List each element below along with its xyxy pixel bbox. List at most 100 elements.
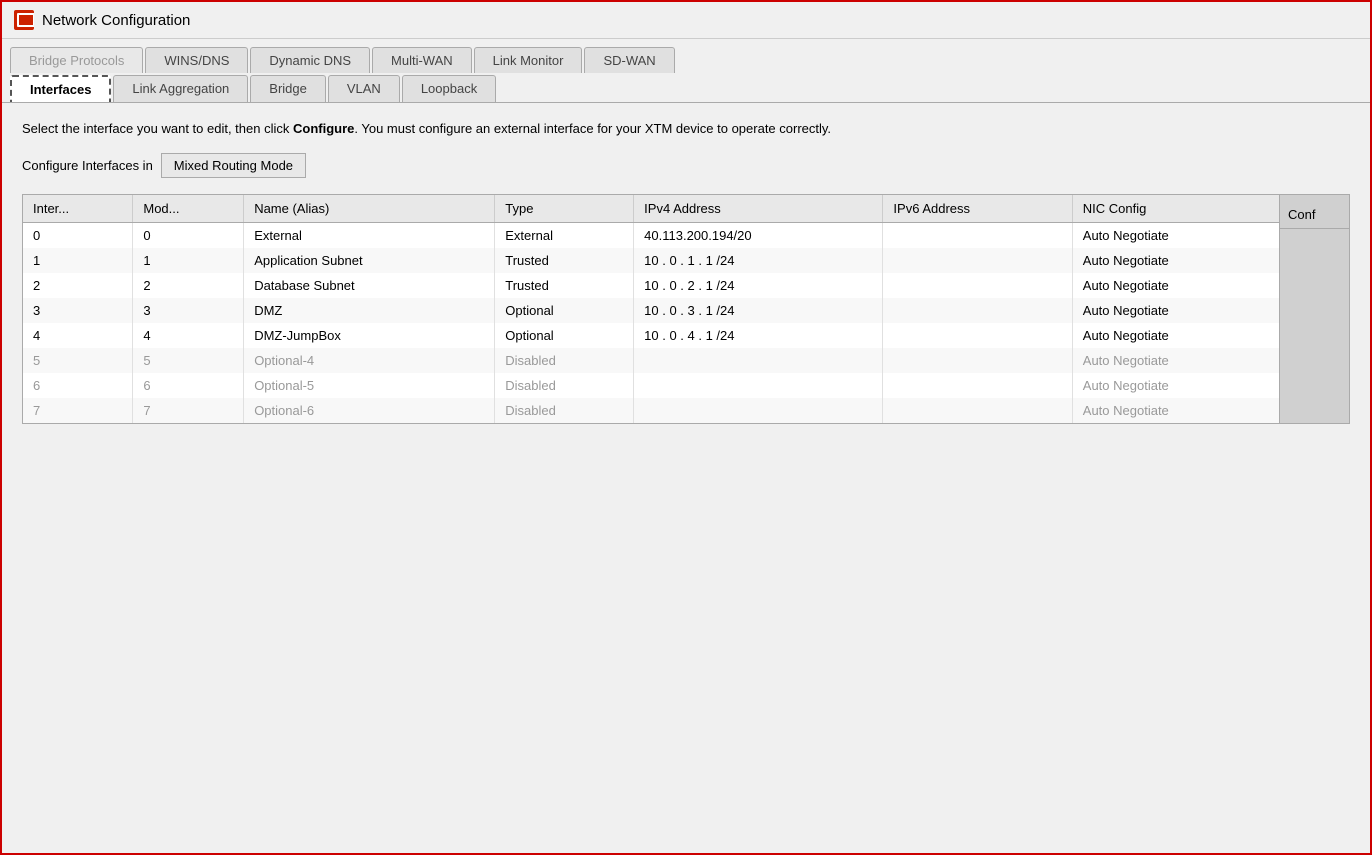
table-row[interactable]: 33DMZOptional10 . 0 . 3 . 1 /24Auto Nego… xyxy=(23,298,1279,323)
cell-mod: 6 xyxy=(133,373,244,398)
configure-column: Conf xyxy=(1279,195,1349,423)
col-header-ipv4: IPv4 Address xyxy=(634,195,883,223)
cell-name: Optional-6 xyxy=(244,398,495,423)
cell-ipv4 xyxy=(634,373,883,398)
cell-ipv4: 10 . 0 . 1 . 1 /24 xyxy=(634,248,883,273)
cell-type: Trusted xyxy=(495,273,634,298)
cell-interface: 0 xyxy=(23,222,133,248)
title-bar: Network Configuration xyxy=(2,2,1370,39)
cell-name: Application Subnet xyxy=(244,248,495,273)
interfaces-table: Inter... Mod... Name (Alias) Type IPv4 A… xyxy=(23,195,1279,423)
cell-ipv4 xyxy=(634,398,883,423)
description-text: Select the interface you want to edit, t… xyxy=(22,119,1350,139)
cell-ipv6 xyxy=(883,323,1072,348)
tab-wins-dns[interactable]: WINS/DNS xyxy=(145,47,248,73)
cell-type: Disabled xyxy=(495,398,634,423)
cell-name: DMZ-JumpBox xyxy=(244,323,495,348)
cell-nic: Auto Negotiate xyxy=(1072,323,1279,348)
interfaces-table-container: Inter... Mod... Name (Alias) Type IPv4 A… xyxy=(22,194,1350,424)
cell-ipv4: 10 . 0 . 2 . 1 /24 xyxy=(634,273,883,298)
app-icon xyxy=(14,10,34,30)
cell-interface: 3 xyxy=(23,298,133,323)
cell-type: Disabled xyxy=(495,348,634,373)
cell-ipv6 xyxy=(883,398,1072,423)
tab-link-monitor[interactable]: Link Monitor xyxy=(474,47,583,73)
table-wrapper: Inter... Mod... Name (Alias) Type IPv4 A… xyxy=(23,195,1349,423)
cell-mod: 0 xyxy=(133,222,244,248)
routing-mode-value[interactable]: Mixed Routing Mode xyxy=(161,153,306,178)
cell-interface: 7 xyxy=(23,398,133,423)
table-header-row: Inter... Mod... Name (Alias) Type IPv4 A… xyxy=(23,195,1279,223)
cell-nic: Auto Negotiate xyxy=(1072,373,1279,398)
tab-bridge[interactable]: Bridge xyxy=(250,75,326,102)
cell-name: DMZ xyxy=(244,298,495,323)
cell-interface: 5 xyxy=(23,348,133,373)
tab-interfaces[interactable]: Interfaces xyxy=(10,75,111,102)
table-main: Inter... Mod... Name (Alias) Type IPv4 A… xyxy=(23,195,1279,423)
tab-dynamic-dns[interactable]: Dynamic DNS xyxy=(250,47,370,73)
col-header-ipv6: IPv6 Address xyxy=(883,195,1072,223)
cell-mod: 3 xyxy=(133,298,244,323)
tab-row-1: Bridge Protocols WINS/DNS Dynamic DNS Mu… xyxy=(10,47,1362,73)
cell-ipv4 xyxy=(634,348,883,373)
col-header-interface: Inter... xyxy=(23,195,133,223)
cell-mod: 7 xyxy=(133,398,244,423)
cell-type: Trusted xyxy=(495,248,634,273)
tab-multi-wan[interactable]: Multi-WAN xyxy=(372,47,472,73)
table-row[interactable]: 55Optional-4DisabledAuto Negotiate xyxy=(23,348,1279,373)
col-header-name: Name (Alias) xyxy=(244,195,495,223)
cell-ipv4: 10 . 0 . 3 . 1 /24 xyxy=(634,298,883,323)
cell-interface: 4 xyxy=(23,323,133,348)
cell-nic: Auto Negotiate xyxy=(1072,273,1279,298)
table-row[interactable]: 22Database SubnetTrusted10 . 0 . 2 . 1 /… xyxy=(23,273,1279,298)
cell-name: Optional-4 xyxy=(244,348,495,373)
table-row[interactable]: 00ExternalExternal40.113.200.194/20Auto … xyxy=(23,222,1279,248)
col-header-nic: NIC Config xyxy=(1072,195,1279,223)
cell-ipv6 xyxy=(883,373,1072,398)
cell-name: External xyxy=(244,222,495,248)
routing-mode-row: Configure Interfaces in Mixed Routing Mo… xyxy=(22,153,1350,178)
tab-link-aggregation[interactable]: Link Aggregation xyxy=(113,75,248,102)
cell-name: Database Subnet xyxy=(244,273,495,298)
tab-container: Bridge Protocols WINS/DNS Dynamic DNS Mu… xyxy=(2,39,1370,103)
cell-mod: 1 xyxy=(133,248,244,273)
table-row[interactable]: 44DMZ-JumpBoxOptional10 . 0 . 4 . 1 /24A… xyxy=(23,323,1279,348)
cell-mod: 4 xyxy=(133,323,244,348)
cell-type: Optional xyxy=(495,323,634,348)
tab-loopback[interactable]: Loopback xyxy=(402,75,496,102)
cell-ipv6 xyxy=(883,248,1072,273)
cell-nic: Auto Negotiate xyxy=(1072,348,1279,373)
cell-nic: Auto Negotiate xyxy=(1072,398,1279,423)
cell-interface: 1 xyxy=(23,248,133,273)
cell-mod: 5 xyxy=(133,348,244,373)
tab-sd-wan[interactable]: SD-WAN xyxy=(584,47,674,73)
configure-bold: Configure xyxy=(293,121,354,136)
tab-vlan[interactable]: VLAN xyxy=(328,75,400,102)
cell-ipv6 xyxy=(883,348,1072,373)
cell-ipv6 xyxy=(883,222,1072,248)
cell-interface: 6 xyxy=(23,373,133,398)
cell-type: Optional xyxy=(495,298,634,323)
cell-mod: 2 xyxy=(133,273,244,298)
col-header-type: Type xyxy=(495,195,634,223)
window-title: Network Configuration xyxy=(42,12,190,29)
cell-ipv4: 10 . 0 . 4 . 1 /24 xyxy=(634,323,883,348)
cell-type: Disabled xyxy=(495,373,634,398)
cell-nic: Auto Negotiate xyxy=(1072,222,1279,248)
cell-ipv6 xyxy=(883,273,1072,298)
table-row[interactable]: 11Application SubnetTrusted10 . 0 . 1 . … xyxy=(23,248,1279,273)
routing-mode-label: Configure Interfaces in xyxy=(22,158,153,173)
cell-type: External xyxy=(495,222,634,248)
content-area: Select the interface you want to edit, t… xyxy=(2,103,1370,853)
table-row[interactable]: 77Optional-6DisabledAuto Negotiate xyxy=(23,398,1279,423)
tab-bridge-protocols[interactable]: Bridge Protocols xyxy=(10,47,143,73)
configure-col-header: Conf xyxy=(1280,201,1349,229)
cell-ipv4: 40.113.200.194/20 xyxy=(634,222,883,248)
table-row[interactable]: 66Optional-5DisabledAuto Negotiate xyxy=(23,373,1279,398)
cell-nic: Auto Negotiate xyxy=(1072,298,1279,323)
cell-nic: Auto Negotiate xyxy=(1072,248,1279,273)
col-header-mod: Mod... xyxy=(133,195,244,223)
cell-interface: 2 xyxy=(23,273,133,298)
main-window: Network Configuration Bridge Protocols W… xyxy=(0,0,1372,855)
tab-row-2: Interfaces Link Aggregation Bridge VLAN … xyxy=(10,75,1362,102)
